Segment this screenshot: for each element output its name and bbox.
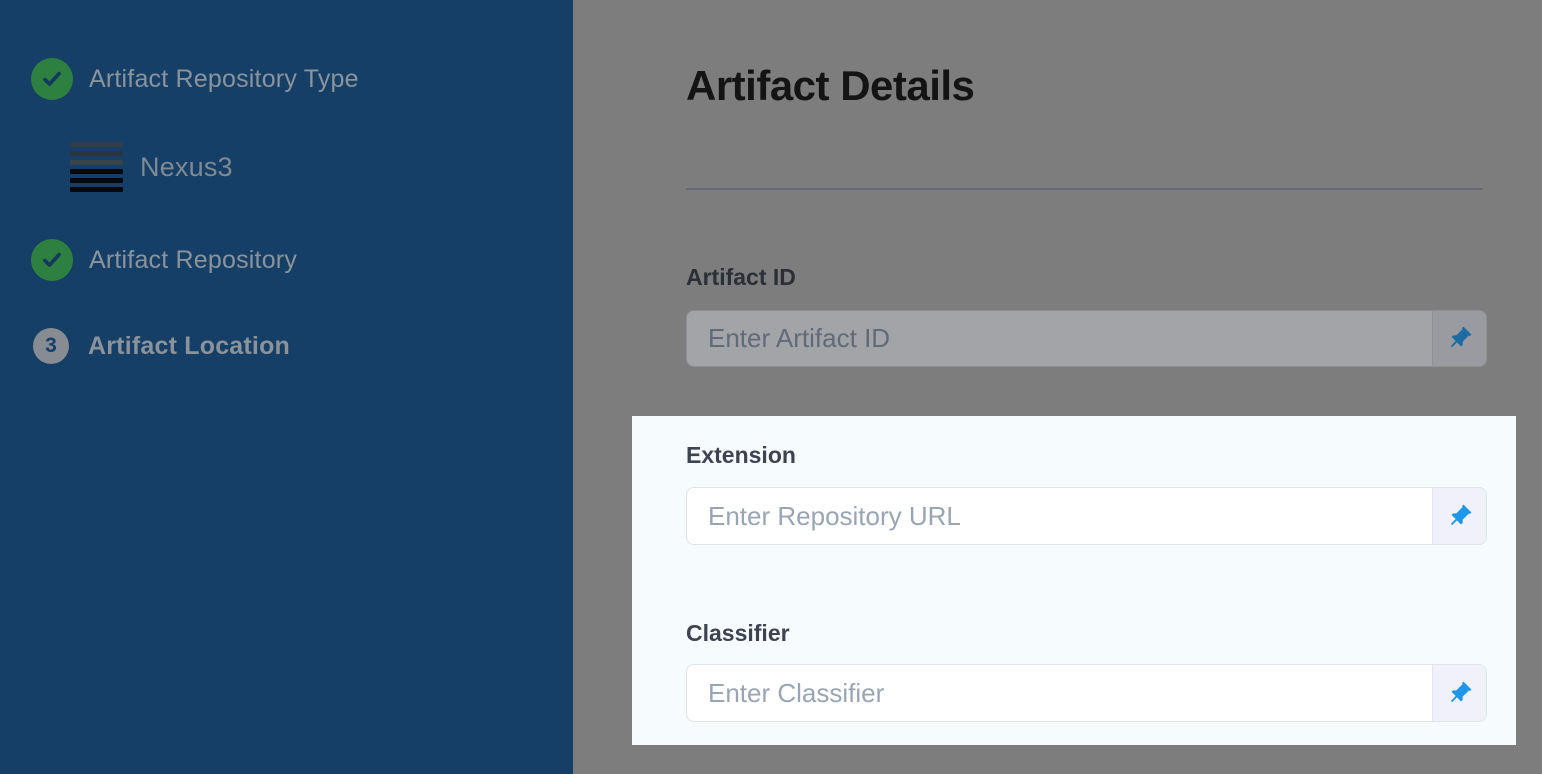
classifier-input[interactable] — [687, 665, 1432, 721]
artifact-details-panel: Artifact Details Artifact ID Extension — [573, 0, 1542, 774]
artifact-id-input[interactable] — [687, 311, 1432, 366]
step-label: Artifact Repository — [89, 246, 297, 275]
step-label: Nexus3 — [140, 152, 233, 183]
wizard-steps-sidebar: Artifact Repository Type Nexus3 Artifact… — [0, 0, 573, 774]
step-artifact-repository-type[interactable]: Artifact Repository Type — [31, 58, 359, 100]
artifact-id-input-group — [686, 310, 1487, 367]
pin-button[interactable] — [1432, 311, 1486, 366]
artifact-id-label: Artifact ID — [686, 264, 1487, 290]
extension-input[interactable] — [687, 488, 1432, 544]
classifier-label: Classifier — [686, 620, 1487, 646]
nexus3-icon — [70, 142, 123, 192]
step-complete-check-icon — [31, 239, 73, 281]
step-number-badge: 3 — [33, 328, 69, 364]
pin-icon — [1446, 325, 1473, 352]
pin-icon — [1446, 503, 1473, 530]
extension-label: Extension — [686, 442, 1487, 468]
extension-field: Extension — [686, 442, 1487, 468]
step-label: Artifact Repository Type — [89, 65, 359, 94]
artifact-id-field: Artifact ID — [686, 264, 1487, 290]
artifact-wizard-window: Artifact Repository Type Nexus3 Artifact… — [0, 0, 1542, 774]
classifier-input-group — [686, 664, 1487, 722]
step-complete-check-icon — [31, 58, 73, 100]
section-divider — [686, 188, 1483, 190]
step-artifact-location[interactable]: 3 Artifact Location — [33, 328, 290, 364]
step-label: Artifact Location — [88, 332, 290, 361]
step-artifact-repository[interactable]: Artifact Repository — [31, 239, 297, 281]
pin-icon — [1446, 680, 1473, 707]
step-substep-nexus3[interactable]: Nexus3 — [70, 142, 233, 192]
page-title: Artifact Details — [686, 62, 974, 110]
extension-input-group — [686, 487, 1487, 545]
pin-button[interactable] — [1432, 665, 1486, 721]
classifier-field: Classifier — [686, 620, 1487, 646]
pin-button[interactable] — [1432, 488, 1486, 544]
